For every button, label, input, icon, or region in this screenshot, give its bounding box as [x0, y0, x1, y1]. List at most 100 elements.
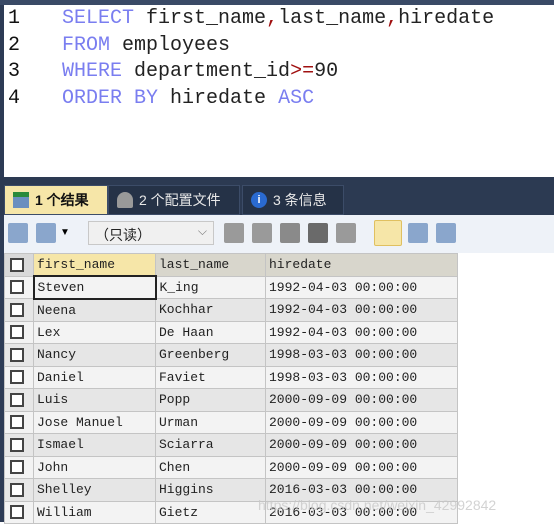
import-icon[interactable]	[36, 223, 56, 243]
cell-hiredate[interactable]: 1998-03-03 00:00:00	[265, 343, 458, 367]
cell-last-name[interactable]: Gietz	[155, 500, 266, 524]
tab-results[interactable]: 1 个结果	[4, 185, 108, 215]
cell-last-name[interactable]: Sciarra	[155, 433, 266, 457]
form-view-icon[interactable]	[408, 223, 428, 243]
table-row[interactable]: Lex De Haan 1992-04-03 00:00:00	[4, 320, 458, 344]
row-checkbox[interactable]	[4, 388, 34, 412]
chevron-down-icon: ⌵	[197, 224, 207, 238]
table-row[interactable]: Daniel Faviet 1998-03-03 00:00:00	[4, 365, 458, 389]
sql-identifier: first_name	[146, 7, 267, 30]
code-line: FROM employees	[62, 34, 230, 57]
result-toolbar: ▼ （只读） ⌵	[0, 215, 554, 253]
cell-hiredate[interactable]: 2000-09-09 00:00:00	[265, 410, 458, 434]
text-view-icon[interactable]	[436, 223, 456, 243]
cell-last-name[interactable]: K_ing	[155, 275, 266, 299]
row-checkbox[interactable]	[4, 275, 34, 299]
cell-first-name[interactable]: Neena	[33, 298, 156, 322]
save-icon[interactable]	[280, 223, 300, 243]
export-icon[interactable]	[8, 223, 28, 243]
cell-first-name[interactable]: Ismael	[33, 433, 156, 457]
grid-view-icon[interactable]	[374, 220, 402, 246]
cancel-changes-icon[interactable]	[336, 223, 356, 243]
line-number: 2	[8, 33, 21, 57]
sql-keyword: FROM	[62, 33, 111, 57]
cell-first-name[interactable]: John	[33, 455, 156, 479]
cell-last-name[interactable]: Higgins	[155, 478, 266, 502]
watermark: https://blog.csdn.net/weixin_42992842	[258, 497, 497, 513]
row-checkbox[interactable]	[4, 343, 34, 367]
table-row[interactable]: Luis Popp 2000-09-09 00:00:00	[4, 388, 458, 412]
sql-operator: >=	[290, 60, 315, 83]
mode-select[interactable]: （只读） ⌵	[88, 221, 214, 245]
row-checkbox[interactable]	[4, 500, 34, 524]
header-row: first_name last_name hiredate	[4, 253, 458, 277]
sql-identifier: department_id	[134, 60, 291, 83]
row-checkbox[interactable]	[4, 478, 34, 502]
line-number: 1	[8, 7, 21, 30]
sql-operator: ,	[266, 7, 279, 30]
result-grid-icon	[13, 192, 29, 208]
chevron-down-icon[interactable]: ▼	[60, 227, 70, 238]
cell-last-name[interactable]: Popp	[155, 388, 266, 412]
cell-hiredate[interactable]: 2000-09-09 00:00:00	[265, 388, 458, 412]
row-checkbox[interactable]	[4, 365, 34, 389]
cell-last-name[interactable]: Kochhar	[155, 298, 266, 322]
select-all-checkbox[interactable]	[4, 253, 34, 277]
tab-label: 1 个结果	[35, 192, 89, 208]
table-row[interactable]: Neena Kochhar 1992-04-03 00:00:00	[4, 298, 458, 322]
row-checkbox[interactable]	[4, 455, 34, 479]
table-row[interactable]: John Chen 2000-09-09 00:00:00	[4, 455, 458, 479]
cell-first-name[interactable]: Nancy	[33, 343, 156, 367]
cell-last-name[interactable]: De Haan	[155, 320, 266, 344]
cell-last-name[interactable]: Greenberg	[155, 343, 266, 367]
cell-last-name[interactable]: Urman	[155, 410, 266, 434]
cell-hiredate[interactable]: 1992-04-03 00:00:00	[265, 320, 458, 344]
sql-identifier: employees	[122, 33, 231, 57]
result-grid: first_name last_name hiredate Steven K_in…	[4, 253, 458, 524]
cell-first-name[interactable]: Jose Manuel	[33, 410, 156, 434]
sql-keyword: ORDER BY	[62, 86, 159, 110]
tab-label: 3 条信息	[273, 192, 327, 208]
sql-identifier: hiredate	[398, 7, 495, 30]
tab-label: 2 个配置文件	[139, 192, 221, 208]
cell-hiredate[interactable]: 1992-04-03 00:00:00	[265, 275, 458, 299]
profile-icon	[117, 192, 133, 208]
cell-first-name[interactable]: Daniel	[33, 365, 156, 389]
sql-identifier: hiredate	[170, 86, 267, 110]
row-checkbox[interactable]	[4, 433, 34, 457]
cell-hiredate[interactable]: 2000-09-09 00:00:00	[265, 455, 458, 479]
duplicate-row-icon[interactable]	[252, 223, 272, 243]
tab-messages[interactable]: i 3 条信息	[242, 185, 344, 215]
table-row[interactable]: Jose Manuel Urman 2000-09-09 00:00:00	[4, 410, 458, 434]
cell-first-name[interactable]: Luis	[33, 388, 156, 412]
tab-profiles[interactable]: 2 个配置文件	[108, 185, 240, 215]
table-row[interactable]: Nancy Greenberg 1998-03-03 00:00:00	[4, 343, 458, 367]
line-number: 3	[8, 60, 21, 83]
sql-keyword: WHERE	[62, 60, 123, 83]
cell-hiredate[interactable]: 2000-09-09 00:00:00	[265, 433, 458, 457]
cell-last-name[interactable]: Chen	[155, 455, 266, 479]
row-checkbox[interactable]	[4, 298, 34, 322]
cell-first-name[interactable]: Steven	[32, 275, 157, 300]
row-checkbox[interactable]	[4, 320, 34, 344]
table-row[interactable]: Steven K_ing 1992-04-03 00:00:00	[4, 275, 458, 300]
cell-last-name[interactable]: Faviet	[155, 365, 266, 389]
sql-keyword: SELECT	[62, 7, 135, 30]
cell-first-name[interactable]: William	[33, 500, 156, 524]
code-line: SELECT first_name,last_name,hiredate	[62, 7, 494, 30]
mode-value: （只读）	[95, 227, 151, 243]
sql-identifier: 90	[314, 60, 339, 83]
delete-icon[interactable]	[308, 223, 328, 243]
cell-hiredate[interactable]: 1992-04-03 00:00:00	[265, 298, 458, 322]
column-header-last-name[interactable]: last_name	[155, 253, 266, 277]
table-row[interactable]: Ismael Sciarra 2000-09-09 00:00:00	[4, 433, 458, 457]
cell-first-name[interactable]: Lex	[33, 320, 156, 344]
code-line: ORDER BY hiredate ASC	[62, 87, 314, 110]
column-header-hiredate[interactable]: hiredate	[265, 253, 458, 277]
cell-hiredate[interactable]: 1998-03-03 00:00:00	[265, 365, 458, 389]
add-row-icon[interactable]	[224, 223, 244, 243]
row-checkbox[interactable]	[4, 410, 34, 434]
cell-first-name[interactable]: Shelley	[33, 478, 156, 502]
sql-editor[interactable]: 1 SELECT first_name,last_name,hiredate 2 FR…	[0, 5, 554, 177]
column-header-first-name[interactable]: first_name	[33, 253, 156, 277]
